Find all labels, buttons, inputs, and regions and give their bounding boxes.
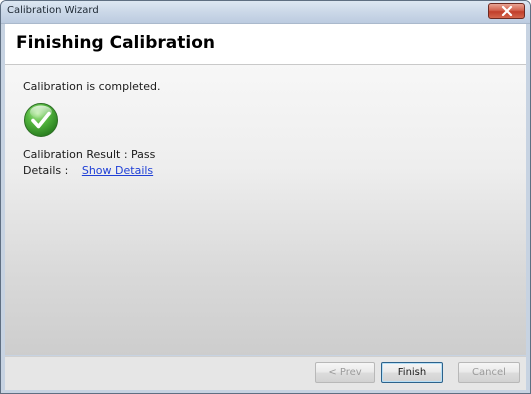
result-value: Pass [131,148,156,161]
wizard-content [5,65,526,355]
close-button[interactable] [488,3,525,19]
window-title: Calibration Wizard [7,5,99,16]
close-icon [501,6,513,16]
result-label: Calibration Result : [23,148,128,161]
cancel-button[interactable]: Cancel [458,362,520,383]
green-checkmark-icon [24,103,58,137]
status-message: Calibration is completed. [23,80,161,93]
title-bar[interactable]: Calibration Wizard [1,1,530,24]
show-details-link[interactable]: Show Details [82,164,153,177]
calibration-wizard-window: Calibration Wizard Finishing Calibration [0,0,531,394]
wizard-footer [5,356,526,390]
finish-button[interactable]: Finish [381,362,443,383]
details-row: Details : Show Details [23,164,153,177]
prev-button[interactable]: < Prev [315,362,375,383]
wizard-header: Finishing Calibration [5,24,526,65]
page-title: Finishing Calibration [16,33,215,53]
calibration-result: Calibration Result : Pass [23,148,155,161]
details-label: Details : [23,164,69,177]
